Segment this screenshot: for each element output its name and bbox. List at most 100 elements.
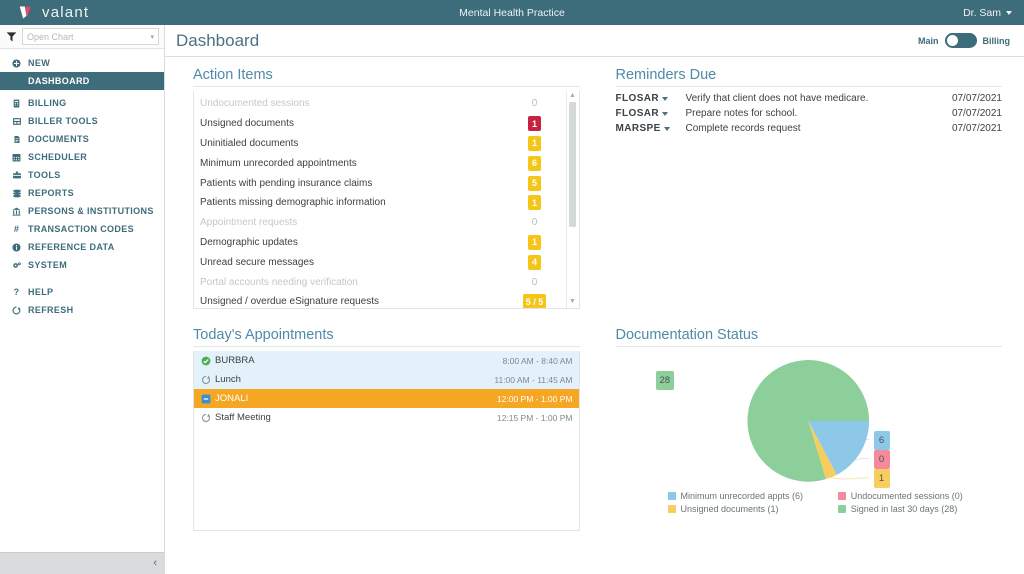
scrollbar-thumb[interactable] xyxy=(569,102,576,227)
appointment-row[interactable]: BURBRA8:00 AM - 8:40 AM xyxy=(194,351,579,370)
sidebar-item-help[interactable]: ?HELP xyxy=(0,283,164,301)
chevron-left-icon[interactable]: ‹ xyxy=(153,558,157,569)
action-item-label[interactable]: Minimum unrecorded appointments xyxy=(200,158,512,169)
action-item-label[interactable]: Patients with pending insurance claims xyxy=(200,178,512,189)
sidebar-item-reference-data[interactable]: REFERENCE DATA xyxy=(0,238,164,256)
app-logo-text: valant xyxy=(42,4,89,21)
action-item-row[interactable]: Uninitialed documents 1 xyxy=(194,134,566,154)
action-item-row[interactable]: Demographic updates 1 xyxy=(194,233,566,253)
legend-item[interactable]: Unsigned documents (1) xyxy=(668,504,832,514)
status-badge[interactable]: 5 xyxy=(528,176,541,191)
action-item-label[interactable]: Unread secure messages xyxy=(200,257,512,268)
reminder-code-label: MARSPE xyxy=(616,123,661,134)
action-item-row[interactable]: Patients with pending insurance claims 5 xyxy=(194,173,566,193)
sidebar-item-label: BILLER TOOLS xyxy=(28,116,98,126)
sidebar-item-transaction-codes[interactable]: #TRANSACTION CODES xyxy=(0,220,164,238)
legend-item[interactable]: Minimum unrecorded appts (6) xyxy=(668,491,832,501)
action-item-badge-wrap[interactable]: 5 xyxy=(512,176,558,191)
plus-circle-icon xyxy=(11,59,22,68)
action-item-badge-wrap[interactable]: 6 xyxy=(512,156,558,171)
pie-chart-legend: Minimum unrecorded appts (6) Undocumented… xyxy=(616,487,1003,514)
action-item-row[interactable]: Minimum unrecorded appointments 6 xyxy=(194,153,566,173)
appointment-row[interactable]: Staff Meeting12:15 PM - 1:00 PM xyxy=(194,408,579,427)
search-input[interactable] xyxy=(27,32,148,42)
action-item-badge-wrap[interactable]: 1 xyxy=(512,136,558,151)
legend-item[interactable]: Undocumented sessions (0) xyxy=(838,491,1002,501)
pie-chart: 28 6 0 1 xyxy=(616,355,1003,487)
action-item-row[interactable]: Unread secure messages 4 xyxy=(194,252,566,272)
sidebar-item-refresh[interactable]: REFRESH xyxy=(0,301,164,319)
legend-swatch xyxy=(668,505,676,513)
billing-icon xyxy=(11,99,22,108)
action-item-label[interactable]: Patients missing demographic information xyxy=(200,197,512,208)
action-items-box: Undocumented sessions0Unsigned documents… xyxy=(193,91,580,309)
status-badge[interactable]: 6 xyxy=(528,156,541,171)
bank-icon xyxy=(11,207,22,216)
appointment-name: BURBRA xyxy=(215,355,503,366)
biller-tools-icon xyxy=(11,117,22,126)
main-billing-toggle[interactable]: Main Billing xyxy=(918,33,1010,48)
reminder-patient-code[interactable]: FLOSAR xyxy=(616,91,686,106)
reminder-patient-code[interactable]: MARSPE xyxy=(616,121,686,136)
sidebar-item-system[interactable]: SYSTEM xyxy=(0,256,164,274)
action-items-scrollbar[interactable]: ▲ ▼ xyxy=(566,91,579,308)
chevron-down-icon[interactable]: ▾ xyxy=(150,33,154,41)
page-header: Dashboard Main Billing xyxy=(165,25,1024,57)
toggle-switch[interactable] xyxy=(945,33,977,48)
action-item-label[interactable]: Demographic updates xyxy=(200,237,512,248)
funnel-filter-icon[interactable] xyxy=(5,30,18,43)
status-badge[interactable]: 4 xyxy=(528,255,541,270)
appointment-time: 12:15 PM - 1:00 PM xyxy=(497,413,573,423)
action-item-label[interactable]: Uninitialed documents xyxy=(200,138,512,149)
user-name-label: Dr. Sam xyxy=(963,7,1001,19)
toggle-label-main[interactable]: Main xyxy=(918,36,939,46)
user-menu[interactable]: Dr. Sam xyxy=(963,7,1012,19)
scroll-up-icon[interactable]: ▲ xyxy=(569,92,576,101)
action-item-row: Portal accounts needing verification0 xyxy=(194,272,566,292)
action-item-badge-wrap[interactable]: 1 xyxy=(512,195,558,210)
open-chart-search-box[interactable]: ▾ xyxy=(22,28,159,45)
sidebar-item-new[interactable]: NEW xyxy=(0,54,164,72)
page-title: Dashboard xyxy=(176,31,259,51)
sidebar-item-reports[interactable]: REPORTS xyxy=(0,184,164,202)
scrollbar-track[interactable] xyxy=(569,102,576,297)
app-logo[interactable]: valant xyxy=(0,4,89,21)
reminder-row: FLOSARVerify that client does not have m… xyxy=(616,91,1003,106)
status-badge[interactable]: 1 xyxy=(528,235,541,250)
action-item-badge-wrap[interactable]: 5 / 5 xyxy=(512,294,558,308)
reminder-patient-code[interactable]: FLOSAR xyxy=(616,106,686,121)
status-badge[interactable]: 1 xyxy=(528,136,541,151)
chart-search-row: ▾ xyxy=(0,25,164,49)
sidebar-divider-gap xyxy=(0,274,164,283)
action-item-row[interactable]: Unsigned documents 1 xyxy=(194,114,566,134)
legend-item[interactable]: Signed in last 30 days (28) xyxy=(838,504,1002,514)
status-badge[interactable]: 1 xyxy=(528,195,541,210)
sidebar-item-documents[interactable]: DOCUMENTS xyxy=(0,130,164,148)
reminders-panel: Reminders Due FLOSARVerify that client d… xyxy=(616,67,1003,309)
action-item-row[interactable]: Unsigned / overdue eSignature requests 5 … xyxy=(194,292,566,308)
sidebar-item-persons-institutions[interactable]: PERSONS & INSTITUTIONS xyxy=(0,202,164,220)
scroll-down-icon[interactable]: ▼ xyxy=(569,298,576,307)
status-badge[interactable]: 5 / 5 xyxy=(523,294,547,308)
toggle-label-billing[interactable]: Billing xyxy=(983,36,1011,46)
action-item-badge-wrap[interactable]: 1 xyxy=(512,235,558,250)
status-badge[interactable]: 1 xyxy=(528,116,541,131)
sidebar-item-scheduler[interactable]: SCHEDULER xyxy=(0,148,164,166)
patient-appointment-icon xyxy=(200,393,211,404)
reminder-code-label: FLOSAR xyxy=(616,108,660,119)
appointment-row[interactable]: Lunch11:00 AM - 11:45 AM xyxy=(194,370,579,389)
action-item-row[interactable]: Patients missing demographic information… xyxy=(194,193,566,213)
question-mark-icon: ? xyxy=(11,287,22,297)
appointment-row[interactable]: JONALI12:00 PM - 1:00 PM xyxy=(194,389,579,408)
action-item-badge-wrap[interactable]: 1 xyxy=(512,116,558,131)
action-item-label[interactable]: Unsigned / overdue eSignature requests xyxy=(200,296,512,307)
action-item-badge-wrap[interactable]: 4 xyxy=(512,255,558,270)
action-item-label[interactable]: Unsigned documents xyxy=(200,118,512,129)
dashboard-content: Action Items Undocumented sessions0Unsig… xyxy=(165,57,1024,574)
sidebar-item-dashboard[interactable]: DASHBOARD xyxy=(0,72,164,90)
sidebar-item-tools[interactable]: TOOLS xyxy=(0,166,164,184)
reminder-code-label: FLOSAR xyxy=(616,93,660,104)
sidebar-item-biller-tools[interactable]: BILLER TOOLS xyxy=(0,112,164,130)
chevron-down-icon xyxy=(662,97,668,101)
sidebar-item-billing[interactable]: BILLING xyxy=(0,94,164,112)
